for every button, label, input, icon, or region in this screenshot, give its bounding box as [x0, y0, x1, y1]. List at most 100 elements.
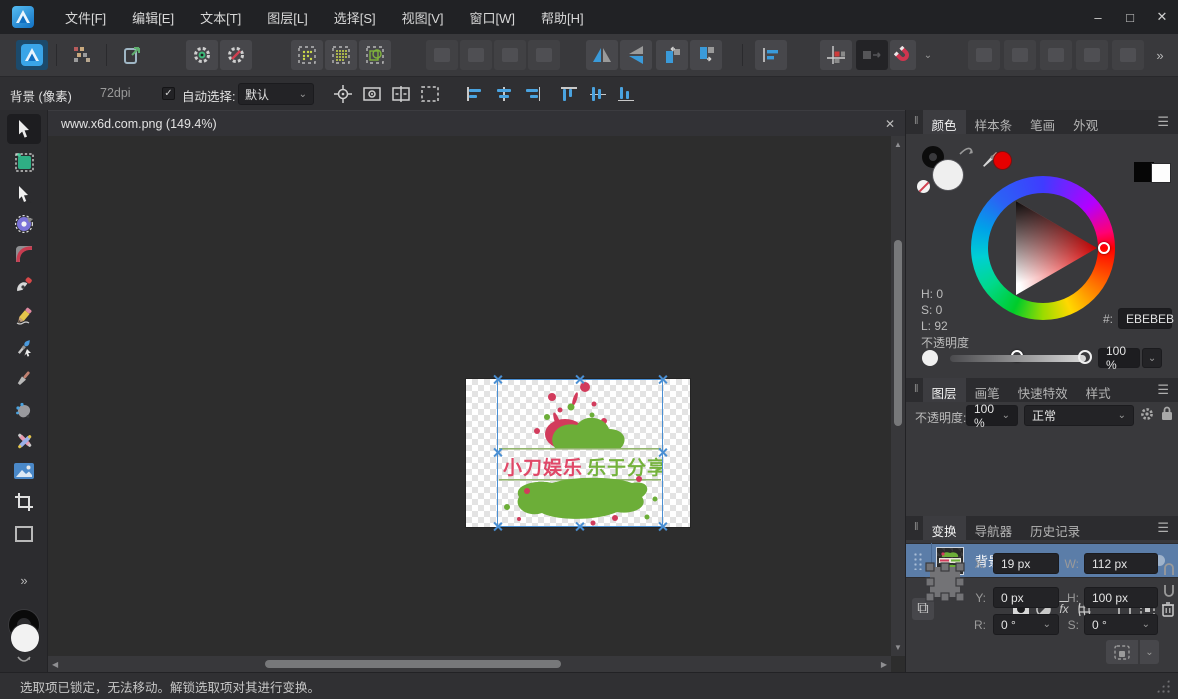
shape-builder-tool[interactable] — [7, 426, 41, 456]
layer-lock-button[interactable] — [1160, 405, 1174, 421]
layer-opacity-dropdown[interactable]: 100 %⌄ — [966, 405, 1018, 426]
blend-options-gear-icon[interactable] — [1139, 406, 1155, 422]
selection-handle-top-left[interactable] — [492, 374, 503, 385]
canvas[interactable]: 小刀娱乐 乐于分享 — [48, 136, 891, 656]
snap-grid-button-1[interactable] — [291, 40, 323, 70]
maximize-button[interactable]: □ — [1114, 0, 1146, 34]
flip-horizontal-button[interactable] — [586, 40, 618, 70]
opacity-slider-knob[interactable] — [1078, 350, 1092, 364]
vector-brush-tool[interactable] — [7, 332, 41, 362]
panel-menu-icon[interactable]: ☰ — [1157, 110, 1178, 134]
toolbar-overflow-button[interactable]: » — [1150, 40, 1170, 70]
boolean-intersect-button[interactable] — [1040, 40, 1072, 70]
artboard-tool[interactable] — [7, 147, 41, 177]
fill-swatch[interactable] — [11, 624, 39, 652]
panel-menu-icon[interactable]: ☰ — [1157, 516, 1178, 540]
hex-input[interactable]: EBEBEB — [1118, 308, 1172, 329]
rectangle-tool[interactable] — [7, 519, 41, 549]
node-tool[interactable] — [7, 179, 41, 209]
snapping-button[interactable] — [890, 40, 916, 70]
export-persona-button[interactable] — [116, 40, 148, 70]
insert-top-button[interactable] — [460, 40, 492, 70]
horizontal-scrollbar[interactable]: ◀ ▶ — [48, 656, 891, 672]
opacity-value-field[interactable]: 100 % — [1098, 348, 1140, 368]
selection-handle-mid-left[interactable] — [492, 447, 503, 458]
selection-handle-bottom-left[interactable] — [492, 521, 503, 532]
tab-stroke[interactable]: 笔画 — [1021, 110, 1064, 134]
align-center-h-button[interactable] — [491, 82, 517, 106]
vertical-scroll-thumb[interactable] — [894, 240, 902, 426]
tab-brushes[interactable]: 画笔 — [966, 378, 1009, 402]
resize-grip[interactable] — [1156, 679, 1170, 693]
menu-text[interactable]: 文本[T] — [187, 0, 254, 35]
pen-tool[interactable] — [7, 271, 41, 301]
selection-box[interactable] — [497, 379, 663, 527]
marquee-options-button[interactable] — [417, 82, 443, 106]
delete-layer-button[interactable] — [1157, 598, 1178, 620]
hsl-triangle[interactable] — [971, 176, 1115, 320]
document-setup-button[interactable] — [186, 40, 218, 70]
vertical-scrollbar[interactable]: ▲ ▼ — [891, 136, 905, 656]
color-wheel[interactable] — [971, 176, 1115, 320]
more-tools-button[interactable]: » — [7, 565, 41, 595]
boolean-combine-button[interactable] — [1112, 40, 1144, 70]
w-input[interactable]: 112 px — [1084, 553, 1158, 574]
x-input[interactable]: 19 px — [993, 553, 1059, 574]
horizontal-scroll-thumb[interactable] — [265, 660, 561, 668]
panel-menu-icon[interactable]: ☰ — [1157, 378, 1178, 402]
designer-persona-button[interactable] — [16, 40, 48, 70]
scroll-down-arrow[interactable]: ▼ — [891, 643, 905, 652]
bw-swatch-white[interactable] — [1152, 164, 1170, 182]
selection-handle-bottom-right[interactable] — [657, 521, 668, 532]
selection-handle-mid-right[interactable] — [657, 447, 668, 458]
vector-crop-tool[interactable] — [7, 487, 41, 517]
insert-on-top-button[interactable] — [528, 40, 560, 70]
opacity-slider[interactable] — [950, 355, 1086, 362]
h-input[interactable]: 100 px — [1084, 587, 1158, 608]
transparency-tool[interactable] — [7, 395, 41, 425]
close-button[interactable]: ✕ — [1146, 0, 1178, 34]
boolean-divide-button[interactable] — [1076, 40, 1108, 70]
menu-file[interactable]: 文件[F] — [52, 0, 119, 35]
transform-mode-button[interactable] — [1106, 640, 1138, 664]
tab-history[interactable]: 历史记录 — [1021, 516, 1089, 540]
point-transform-tool[interactable] — [7, 209, 41, 239]
order-button[interactable] — [755, 40, 787, 70]
menu-edit[interactable]: 编辑[E] — [119, 0, 187, 35]
auto-select-dropdown[interactable]: 默认 ⌄ — [238, 83, 314, 105]
menu-help[interactable]: 帮助[H] — [528, 0, 597, 35]
cycle-selection-button[interactable] — [388, 82, 414, 106]
rotate-cw-button[interactable] — [690, 40, 722, 70]
pencil-tool[interactable] — [7, 301, 41, 331]
panel-fill-stroke-swatches[interactable] — [920, 146, 972, 198]
panel-dock-handle[interactable]: ‖ — [906, 378, 923, 402]
flip-vertical-button[interactable] — [620, 40, 652, 70]
boolean-add-button[interactable] — [968, 40, 1000, 70]
tab-navigator[interactable]: 导航器 — [966, 516, 1022, 540]
y-input[interactable]: 0 px — [993, 587, 1059, 608]
scroll-up-arrow[interactable]: ▲ — [891, 140, 905, 149]
swap-colors-icon[interactable] — [17, 656, 31, 664]
bw-swatch-black[interactable] — [1134, 162, 1154, 182]
tab-quick-fx[interactable]: 快速特效 — [1009, 378, 1077, 402]
hide-selection-button[interactable] — [359, 82, 385, 106]
snap-shape-button[interactable] — [359, 40, 391, 70]
transform-origin-button[interactable] — [330, 82, 356, 106]
none-color-swatch[interactable] — [917, 180, 930, 193]
hue-ring-selector[interactable] — [1098, 242, 1110, 254]
move-tool[interactable] — [7, 114, 41, 144]
selection-handle-top-right[interactable] — [657, 374, 668, 385]
tab-color[interactable]: 颜色 — [923, 110, 966, 134]
pixel-persona-button[interactable] — [66, 40, 98, 70]
insert-behind-button[interactable] — [426, 40, 458, 70]
align-right-button[interactable] — [519, 82, 545, 106]
scroll-right-arrow[interactable]: ▶ — [881, 656, 887, 672]
corner-tool[interactable] — [7, 239, 41, 269]
place-image-tool[interactable] — [7, 456, 41, 486]
shear-dropdown[interactable]: 0 °⌄ — [1084, 614, 1158, 635]
document-page[interactable]: 小刀娱乐 乐于分享 — [466, 379, 690, 527]
preferences-button[interactable] — [220, 40, 252, 70]
selection-handle-bottom-center[interactable] — [574, 521, 585, 532]
panel-dock-handle[interactable]: ‖ — [906, 110, 923, 134]
tab-transform[interactable]: 变换 — [923, 516, 966, 540]
